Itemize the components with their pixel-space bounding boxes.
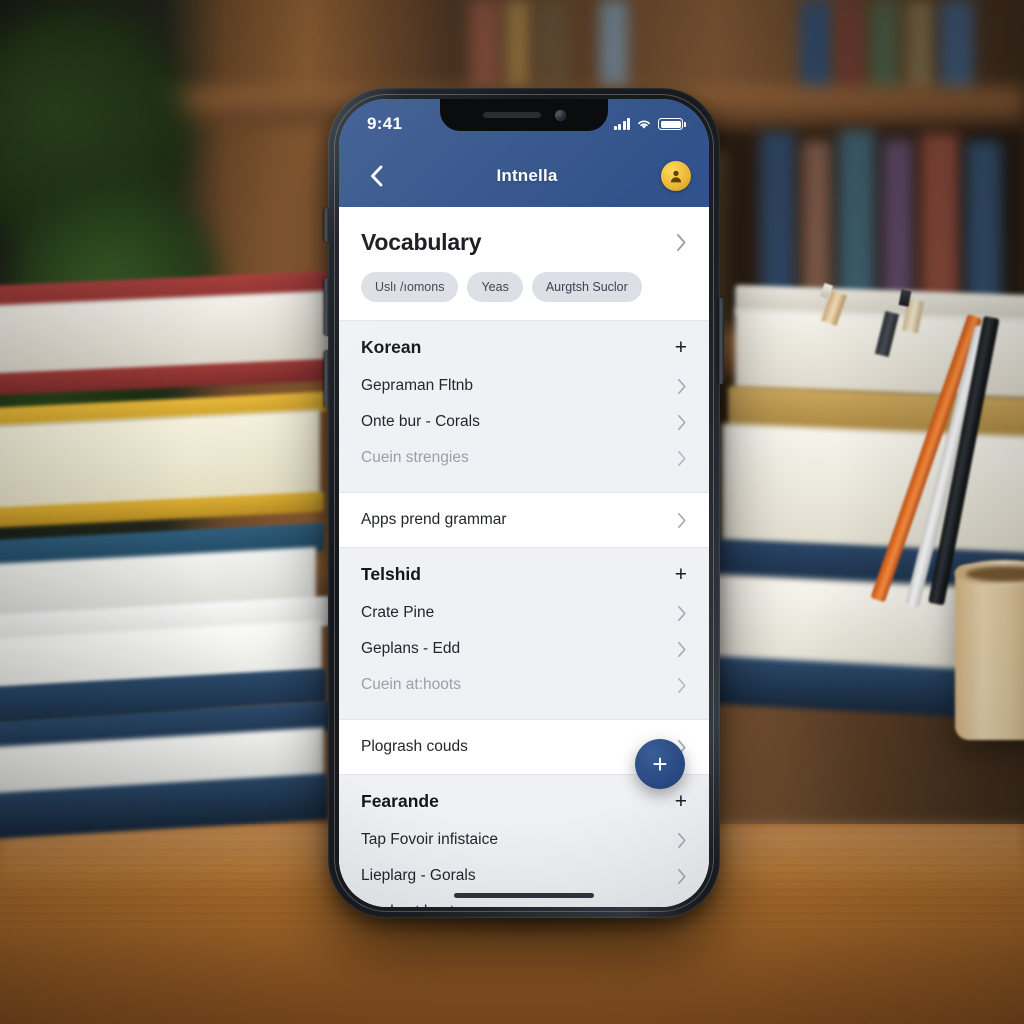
chevron-right-icon bbox=[678, 414, 686, 430]
chevron-right-icon bbox=[678, 904, 682, 907]
list-item[interactable]: Tap Fovoir infistaice bbox=[339, 822, 709, 858]
filter-chip[interactable]: Aurgtsh Suclor bbox=[531, 272, 642, 302]
section-title: Fearande bbox=[361, 791, 439, 811]
section-header: Korean + bbox=[339, 321, 709, 368]
list-item[interactable]: Apps prend grammar bbox=[339, 493, 709, 547]
list-item[interactable]: Lieplarg - Gorals bbox=[339, 858, 709, 894]
add-floating-action-button[interactable]: + bbox=[635, 739, 685, 789]
power-button[interactable] bbox=[719, 298, 724, 384]
page-title: Intnella bbox=[496, 166, 558, 185]
book-spine bbox=[505, 0, 531, 92]
chevron-right-icon bbox=[678, 677, 686, 693]
list-item-label: Crate Pine bbox=[361, 604, 435, 621]
wifi-icon bbox=[638, 120, 650, 129]
list-item-label: Tap Fovoir infistaice bbox=[361, 831, 498, 848]
nav-bar: Intnella bbox=[339, 145, 709, 207]
chevron-right-icon bbox=[678, 868, 686, 884]
plus-icon[interactable]: + bbox=[675, 564, 687, 585]
book-spine bbox=[800, 0, 832, 92]
list-item[interactable]: Crate Pine bbox=[339, 595, 709, 631]
list-item-label: Geplans - Edd bbox=[361, 640, 461, 657]
vocabulary-title: Vocabulary bbox=[361, 229, 482, 255]
book-spine bbox=[600, 0, 628, 92]
list-section: Korean + Gepraman Fltnb Onte bur - Coral… bbox=[339, 320, 709, 492]
section-title: Korean bbox=[361, 337, 422, 357]
list-item-label: Apps prend grammar bbox=[361, 511, 507, 528]
section-header: Telshid + bbox=[339, 548, 709, 595]
book-right-pages2 bbox=[722, 423, 1024, 557]
vocabulary-header-row[interactable]: Vocabulary bbox=[361, 229, 687, 256]
book-spine bbox=[536, 0, 570, 92]
book-spine bbox=[940, 0, 974, 92]
list-item-label: Cuein at:hoots bbox=[361, 676, 461, 693]
volume-down-button[interactable] bbox=[324, 350, 329, 408]
book-spine bbox=[906, 0, 934, 92]
chevron-right-icon bbox=[678, 832, 686, 848]
avatar[interactable] bbox=[661, 161, 691, 191]
plus-icon: + bbox=[652, 749, 668, 779]
notch bbox=[440, 99, 608, 131]
list-item-label: Gepraman Fltnb bbox=[361, 377, 473, 394]
chevron-right-icon bbox=[677, 234, 686, 251]
chevron-right-icon bbox=[678, 512, 686, 528]
book-spine bbox=[470, 0, 500, 92]
back-button[interactable] bbox=[359, 159, 393, 193]
list-item-label: Cuein strengies bbox=[361, 449, 469, 466]
front-camera-icon bbox=[554, 109, 566, 121]
list-item-label: Onte bur - Corals bbox=[361, 413, 480, 430]
chevron-right-icon bbox=[678, 641, 686, 657]
pencil-cup bbox=[955, 565, 1024, 740]
list-item[interactable]: Geplans - Edd bbox=[339, 631, 709, 667]
status-time: 9:41 bbox=[367, 114, 403, 133]
user-avatar-icon bbox=[670, 170, 682, 183]
list-section: Telshid + Crate Pine Geplans - Edd Cuein… bbox=[339, 547, 709, 719]
list-item-label: Lieplarg - Gorals bbox=[361, 867, 476, 884]
cellular-bars-icon bbox=[614, 118, 630, 130]
home-indicator[interactable] bbox=[454, 893, 594, 898]
desk-foreground-blur bbox=[0, 929, 1024, 1024]
chevron-right-icon bbox=[678, 605, 686, 621]
section-title: Telshid bbox=[361, 564, 421, 584]
vocabulary-card: Vocabulary Uslı /ıomons Yeas Aurgtsh Suc… bbox=[339, 207, 709, 320]
book-spine bbox=[870, 0, 900, 92]
photo-scene: 9:41 Intnella Vocabulary Uslı /ıomons Ye… bbox=[0, 0, 1024, 1024]
volume-up-button[interactable] bbox=[324, 278, 329, 336]
phone-screen: 9:41 Intnella Vocabulary Uslı /ıomons Ye… bbox=[339, 99, 709, 907]
plus-icon[interactable]: + bbox=[675, 337, 687, 358]
list-section: Fearande + Tap Fovoir infistaice Lieplar… bbox=[339, 774, 709, 907]
list-item[interactable]: Gepraman Fltnb bbox=[339, 368, 709, 404]
chevron-right-icon bbox=[678, 378, 686, 394]
list-item-label: Plogrash couds bbox=[361, 738, 468, 755]
plus-icon[interactable]: + bbox=[675, 791, 687, 812]
filter-chip[interactable]: Yeas bbox=[467, 272, 523, 302]
list-item[interactable]: Onte bur - Corals bbox=[339, 404, 709, 440]
earpiece-speaker-icon bbox=[482, 112, 541, 118]
list-section: Apps prend grammar bbox=[339, 492, 709, 547]
status-icons bbox=[614, 114, 686, 130]
book-spine bbox=[838, 0, 864, 92]
chip-row: Uslı /ıomons Yeas Aurgtsh Suclor bbox=[361, 272, 687, 302]
content-scroll-area[interactable]: Vocabulary Uslı /ıomons Yeas Aurgtsh Suc… bbox=[339, 207, 709, 907]
chevron-right-icon bbox=[678, 450, 686, 466]
filter-chip[interactable]: Uslı /ıomons bbox=[361, 272, 459, 302]
mute-switch[interactable] bbox=[324, 208, 329, 242]
list-item[interactable]: Cuein strengies bbox=[339, 440, 709, 476]
chevron-left-icon bbox=[370, 165, 382, 187]
list-item[interactable]: Cuein at:hoots bbox=[339, 667, 709, 703]
battery-full-icon bbox=[658, 118, 686, 130]
list-item-label: Lipalg at hoots bbox=[361, 903, 462, 907]
smartphone: 9:41 Intnella Vocabulary Uslı /ıomons Ye… bbox=[324, 88, 724, 918]
